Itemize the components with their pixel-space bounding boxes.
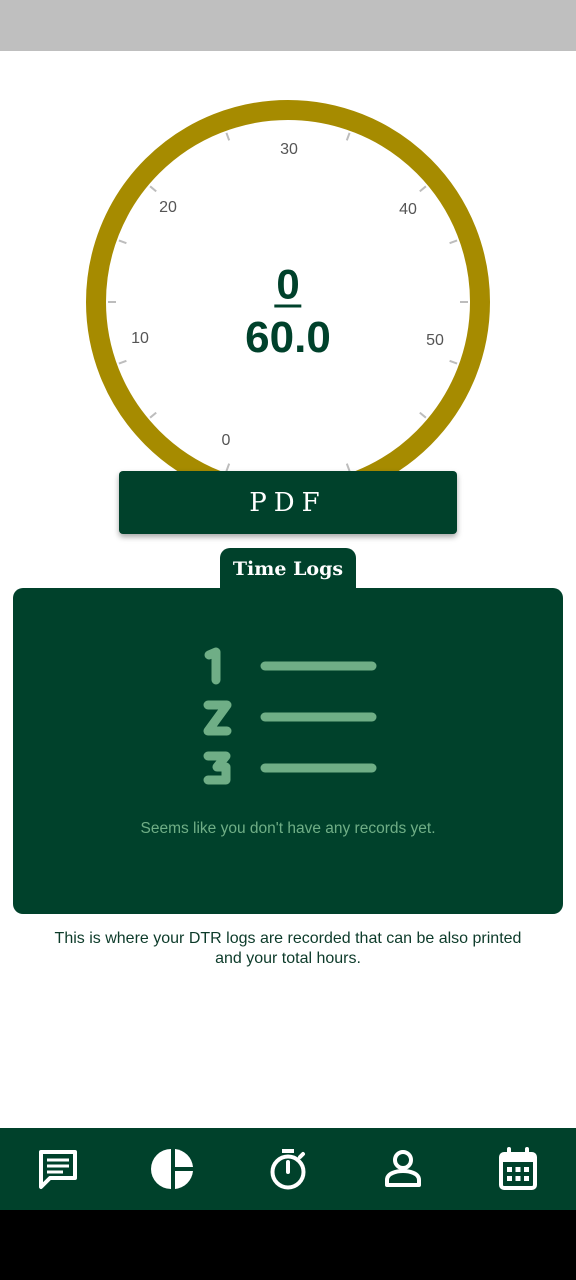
- gauge-tick: [419, 185, 427, 193]
- stopwatch-icon: [270, 1149, 306, 1190]
- system-navigation-bar: [0, 1210, 576, 1280]
- chat-icon: [38, 1150, 77, 1189]
- nav-calendar[interactable]: [488, 1139, 548, 1199]
- time-logs-tab: Time Logs: [220, 548, 356, 590]
- bottom-navigation: [0, 1128, 576, 1210]
- empty-records-message: Seems like you don't have any records ye…: [140, 820, 436, 837]
- total-hours-value: 60.0: [245, 313, 331, 362]
- nav-profile[interactable]: [373, 1139, 433, 1199]
- current-hours-value: 0: [274, 260, 302, 308]
- gauge-tick: [149, 411, 157, 419]
- gauge-tick: [118, 359, 127, 365]
- gauge-tick: [345, 463, 351, 472]
- description-caption: This is where your DTR logs are recorded…: [54, 930, 522, 967]
- gauge-tick: [345, 132, 351, 141]
- gauge-label-20: 20: [159, 199, 177, 216]
- pie-chart-icon: [150, 1149, 193, 1189]
- nav-chat[interactable]: [28, 1139, 88, 1199]
- gauge-tick: [419, 411, 427, 419]
- gauge-label-0: 0: [221, 432, 231, 449]
- numbered-list-icon: [203, 647, 377, 785]
- gauge-tick: [225, 463, 231, 472]
- gauge-label-40: 40: [399, 201, 417, 218]
- gauge-tick: [449, 239, 458, 245]
- gauge-label-30: 30: [280, 141, 298, 158]
- gauge-label-50: 50: [426, 332, 444, 349]
- pdf-button[interactable]: PDF: [119, 471, 457, 534]
- gauge-tick: [225, 132, 231, 141]
- gauge-tick: [149, 185, 157, 193]
- profile-icon: [385, 1150, 422, 1187]
- nav-reports[interactable]: [143, 1139, 203, 1199]
- hours-gauge: 0 10 20 30 40 50 0 60.0: [0, 0, 576, 480]
- gauge-tick: [449, 359, 458, 365]
- gauge-tick: [118, 239, 127, 245]
- gauge-dial: [86, 100, 490, 472]
- gauge-label-10: 10: [131, 330, 149, 347]
- nav-timer[interactable]: [258, 1139, 318, 1199]
- time-logs-panel: Seems like you don't have any records ye…: [13, 588, 563, 914]
- calendar-icon: [499, 1147, 538, 1190]
